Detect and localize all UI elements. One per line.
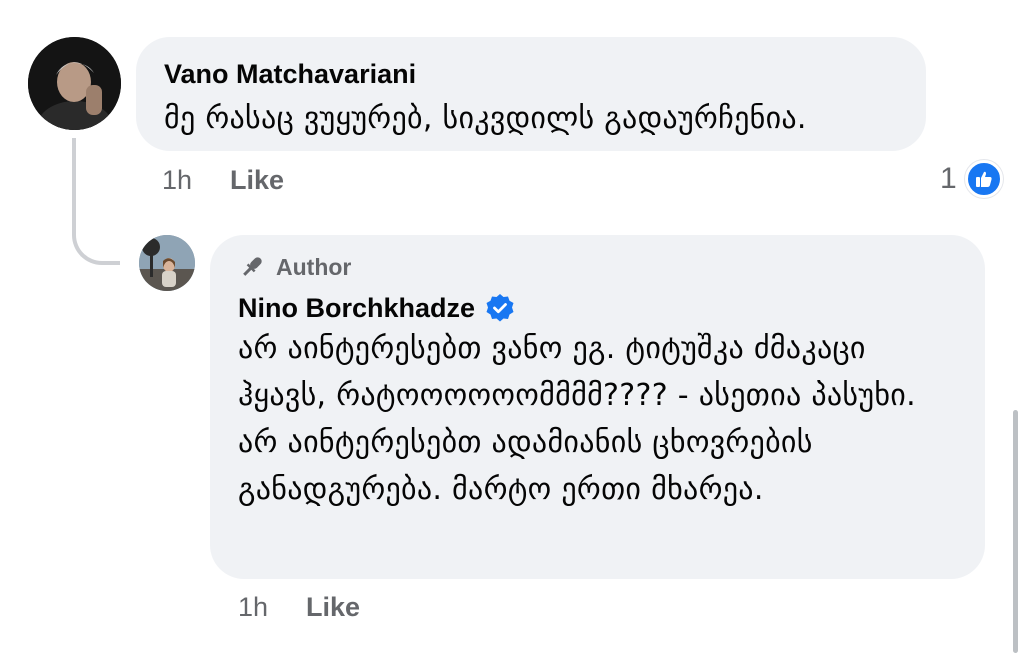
avatar-photo <box>139 235 195 291</box>
microphone-icon <box>243 257 262 276</box>
reply-timestamp[interactable]: 1h <box>238 592 268 623</box>
verified-badge-icon <box>485 293 515 323</box>
reply-author-avatar[interactable] <box>139 235 195 291</box>
scrollbar[interactable] <box>1013 410 1018 653</box>
reply-author-name[interactable]: Nino Borchkhadze <box>238 291 515 325</box>
reply-author-name-text: Nino Borchkhadze <box>238 293 476 323</box>
author-badge: Author <box>238 253 957 281</box>
comment-timestamp[interactable]: 1h <box>162 165 192 196</box>
reply-bubble: Author Nino Borchkhadze არ აინტერესებთ ვ… <box>210 235 985 579</box>
reply-actions: 1h Like <box>238 592 360 623</box>
like-reaction-icon <box>964 160 1003 198</box>
author-badge-label: Author <box>276 253 352 280</box>
avatar-photo <box>28 37 121 130</box>
commenter-avatar[interactable] <box>28 37 121 130</box>
comment-author-name[interactable]: Vano Matchavariani <box>164 57 416 91</box>
reply-text: არ აინტერესებთ ვანო ეგ. ტიტუშკა ძმაკაცი … <box>238 331 916 507</box>
comment-reactions[interactable]: 1 <box>940 160 1003 198</box>
reply-like-button[interactable]: Like <box>306 592 360 623</box>
comment-actions: 1h Like <box>162 165 284 196</box>
reaction-count: 1 <box>940 162 957 195</box>
reply-thread-line <box>72 138 120 265</box>
comment-text: მე რასაც ვუყურებ, სიკვდილს გადაურჩენია. <box>164 101 807 136</box>
comment-like-button[interactable]: Like <box>230 165 284 196</box>
comment-bubble: Vano Matchavariani მე რასაც ვუყურებ, სიკ… <box>136 37 926 151</box>
